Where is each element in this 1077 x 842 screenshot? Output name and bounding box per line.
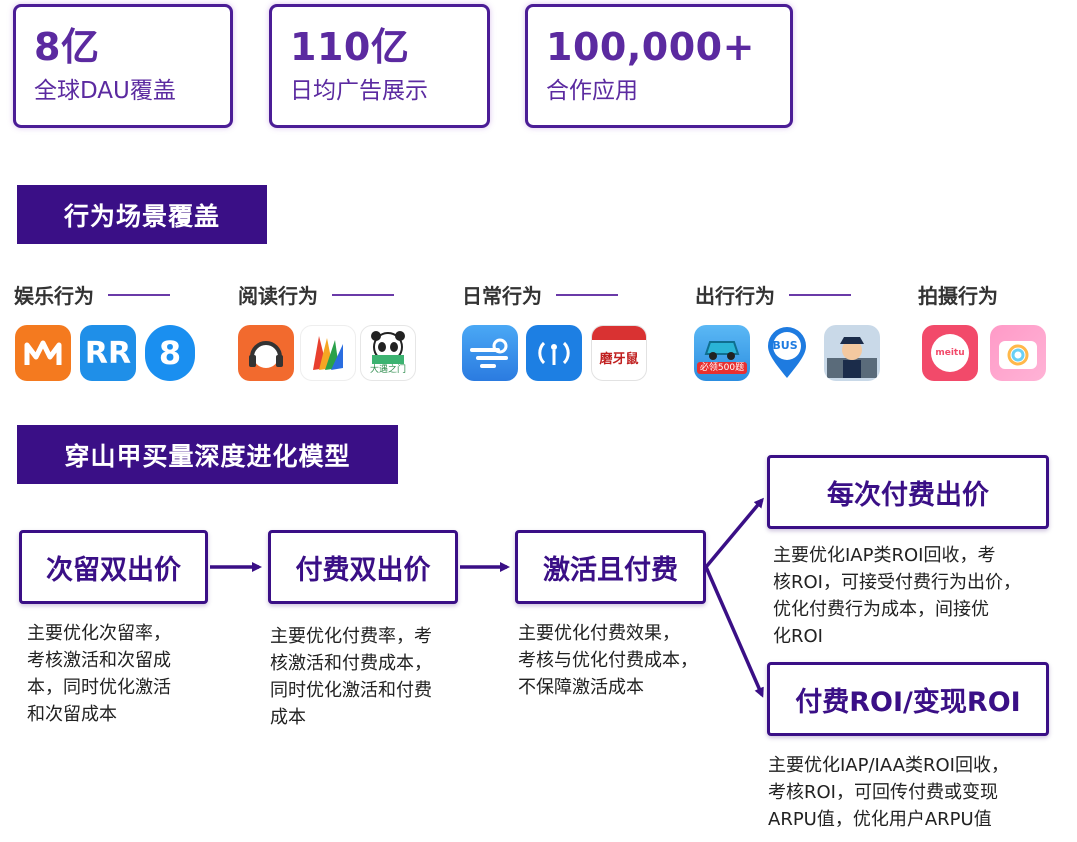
meitu-text: meitu — [935, 348, 965, 358]
category-divider — [556, 293, 618, 296]
category-entertainment: 娱乐行为 — [14, 280, 170, 309]
category-divider — [108, 293, 170, 296]
desc-line: 主要优化次留率， — [27, 623, 171, 644]
category-photo: 拍摄行为 — [918, 280, 998, 309]
stat-value: 8亿 — [34, 25, 100, 69]
category-label: 拍摄行为 — [918, 284, 998, 308]
camera-icon — [990, 325, 1046, 381]
wifi-icon — [526, 325, 582, 381]
stat-value: 100,000+ — [546, 25, 755, 69]
step-description: 主要优化付费率，考 核激活和付费成本， 同时优化激活和付费 成本 — [270, 623, 432, 731]
step-retention-dual-bid: 次留双出价 — [19, 530, 208, 604]
step-description: 主要优化IAP/IAA类ROI回收， 考核ROI，可回传付费或变现 ARPU值，… — [768, 752, 1009, 833]
stat-label: 全球DAU覆盖 — [34, 78, 176, 104]
desc-line: 同时优化激活和付费 — [270, 680, 432, 701]
arrow-step3-to-step5 — [704, 566, 764, 698]
headphones-icon — [238, 325, 294, 381]
step-description: 主要优化付费效果， 考核与优化付费成本， 不保障激活成本 — [518, 620, 698, 701]
calendar-text: 磨牙鼠 — [599, 352, 639, 367]
stat-card-partner-apps: 100,000+ 合作应用 — [525, 4, 793, 128]
desc-line: 优化付费行为成本，间接优 — [773, 599, 989, 620]
desc-line: 不保障激活成本 — [518, 677, 644, 698]
eight-icon-text: 8 — [158, 334, 182, 372]
meitu-icon: meitu — [922, 325, 978, 381]
desc-line: 化ROI — [773, 626, 823, 647]
arrow-step3-to-step4 — [704, 497, 764, 569]
panda-caption: 大遇之门 — [369, 365, 406, 375]
eight-icon: 8 — [145, 325, 195, 381]
section-title-model: 穿山甲买量深度进化模型 — [17, 425, 398, 484]
book-icon — [300, 325, 356, 381]
step-activation-and-payment: 激活且付费 — [515, 530, 706, 604]
panda-icon: 大遇之门 — [360, 325, 416, 381]
stat-card-ad-impressions: 110亿 日均广告展示 — [269, 4, 490, 128]
desc-line: 成本 — [270, 707, 306, 728]
step-per-payment-bid: 每次付费出价 — [767, 455, 1049, 529]
step-payment-dual-bid: 付费双出价 — [268, 530, 458, 604]
category-label: 娱乐行为 — [14, 284, 94, 308]
stat-card-dau: 8亿 全球DAU覆盖 — [13, 4, 233, 128]
bus-text: BUS — [772, 339, 798, 352]
police-icon — [824, 325, 880, 381]
category-divider — [789, 293, 851, 296]
rr-icon: RR — [80, 325, 136, 381]
desc-line: ARPU值，优化用户ARPU值 — [768, 809, 992, 830]
category-daily: 日常行为 — [462, 280, 618, 309]
rr-icon-text: RR — [84, 335, 132, 371]
step-description: 主要优化次留率， 考核激活和次留成 本，同时优化激活 和次留成本 — [27, 620, 171, 728]
desc-line: 主要优化付费率，考 — [270, 626, 432, 647]
car-badge: 必领500题 — [696, 362, 748, 374]
stat-label: 合作应用 — [546, 78, 638, 104]
desc-line: 和次留成本 — [27, 704, 117, 725]
desc-line: 主要优化IAP类ROI回收，考 — [773, 545, 996, 566]
weather-icon — [462, 325, 518, 381]
category-label: 出行行为 — [695, 284, 775, 308]
category-reading: 阅读行为 — [238, 280, 394, 309]
stat-value: 110亿 — [290, 25, 410, 69]
desc-line: 考核激活和次留成 — [27, 650, 171, 671]
step-roi: 付费ROI/变现ROI — [767, 662, 1049, 736]
desc-line: 考核与优化付费成本， — [518, 650, 698, 671]
step-description: 主要优化IAP类ROI回收，考 核ROI，可接受付费行为出价， 优化付费行为成本… — [773, 542, 1021, 650]
calendar-header — [592, 326, 646, 340]
meitu-badge: meitu — [931, 334, 969, 372]
desc-line: 核激活和付费成本， — [270, 653, 432, 674]
category-travel: 出行行为 — [695, 280, 851, 309]
mgtv-icon — [15, 325, 71, 381]
desc-line: 主要优化付费效果， — [518, 623, 680, 644]
category-divider — [332, 293, 394, 296]
category-label: 日常行为 — [462, 284, 542, 308]
calendar-icon: 磨牙鼠 — [591, 325, 647, 381]
bus-icon: BUS — [762, 325, 812, 381]
stat-label: 日均广告展示 — [290, 78, 428, 104]
desc-line: 核ROI，可接受付费行为出价， — [773, 572, 1021, 593]
desc-line: 本，同时优化激活 — [27, 677, 171, 698]
car-icon: 必领500题 — [694, 325, 750, 381]
desc-line: 考核ROI，可回传付费或变现 — [768, 782, 998, 803]
category-label: 阅读行为 — [238, 284, 318, 308]
desc-line: 主要优化IAP/IAA类ROI回收， — [768, 755, 1009, 776]
section-title-behavior: 行为场景覆盖 — [17, 185, 267, 244]
